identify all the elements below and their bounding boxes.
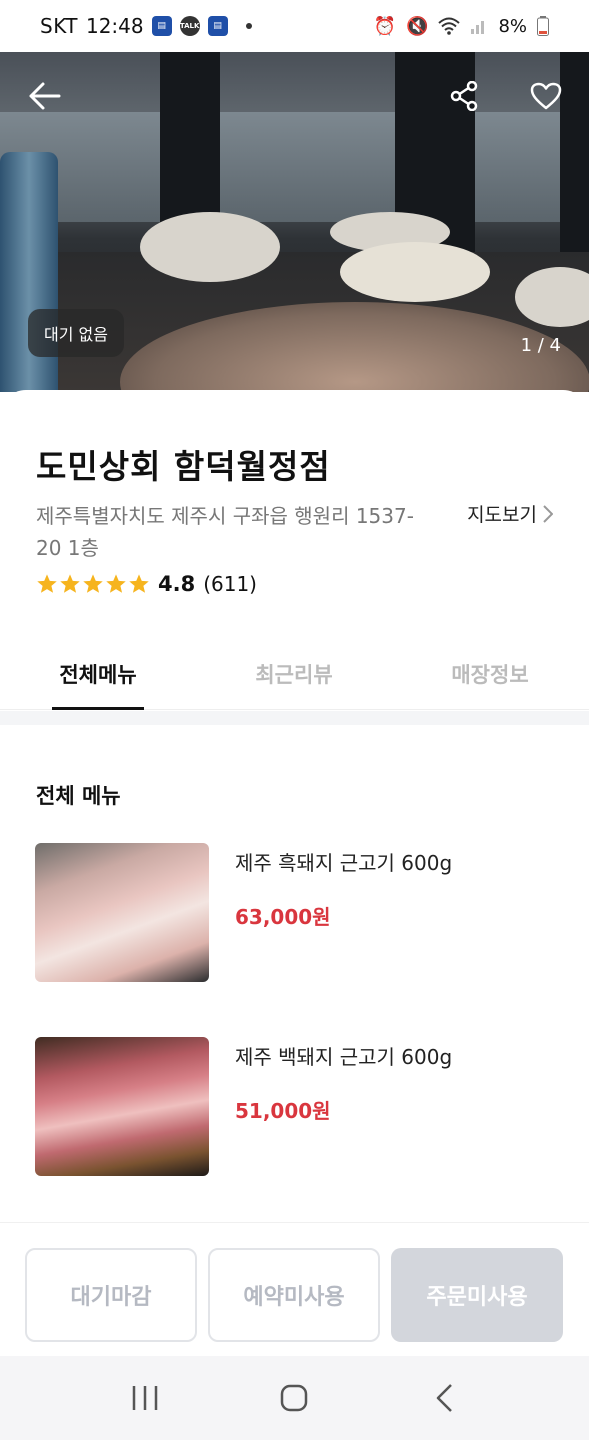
star-rating [36, 573, 150, 595]
more-notifications-icon [245, 23, 252, 29]
star-icon [106, 574, 126, 593]
back-arrow-icon [29, 82, 61, 110]
recent-apps-icon [132, 1386, 158, 1410]
battery-label: 8% [498, 15, 527, 37]
reservation-button[interactable]: 예약미사용 [208, 1248, 380, 1342]
recent-apps-button[interactable] [115, 1368, 175, 1428]
system-nav-bar [0, 1356, 589, 1440]
tab-recent-reviews[interactable]: 최근리뷰 [196, 638, 392, 709]
kakaotalk-notification-icon: TALK [179, 16, 200, 36]
mute-icon: 🔇 [406, 15, 429, 37]
menu-item[interactable]: 제주 흑돼지 근고기 600g 63,000원 [35, 843, 565, 983]
menu-section-title: 전체 메뉴 [36, 784, 121, 808]
photo-background [0, 112, 589, 222]
menu-item-price: 63,000원 [235, 905, 331, 929]
carrier-label: SKT [40, 14, 78, 38]
menu-item[interactable]: 제주 백돼지 근고기 600g 51,000원 [35, 1037, 565, 1177]
photo-page-indicator: 1 / 4 [520, 335, 561, 356]
waiting-button[interactable]: 대기마감 [25, 1248, 197, 1342]
map-link[interactable]: 지도보기 [467, 500, 553, 527]
back-nav-icon [436, 1384, 453, 1412]
heart-icon [530, 82, 562, 110]
menu-item-photo [35, 1037, 209, 1176]
star-icon [37, 574, 57, 593]
tab-all-menu[interactable]: 전체메뉴 [0, 638, 196, 709]
news-notification-icon-2: ▤ [207, 16, 228, 36]
clock: 12:48 [85, 14, 144, 38]
photo-dish [340, 242, 490, 302]
status-left: SKT 12:48 ▤ TALK ▤ [40, 14, 252, 38]
section-divider [0, 711, 589, 725]
home-button[interactable] [264, 1368, 324, 1428]
photo-dish [140, 212, 280, 282]
favorite-button[interactable] [526, 76, 566, 116]
order-button[interactable]: 주문미사용 [391, 1248, 563, 1342]
alarm-icon: ⏰ [373, 15, 397, 37]
store-info-card: 도민상회 함덕월정점 제주특별자치도 제주시 구좌읍 행원리 1537-20 1… [0, 390, 589, 720]
action-bar: 대기마감 예약미사용 주문미사용 [0, 1222, 589, 1356]
store-address: 제주특별자치도 제주시 구좌읍 행원리 1537-20 1층 [36, 504, 414, 560]
share-icon [450, 81, 478, 111]
chevron-right-icon [543, 504, 553, 523]
tab-store-info[interactable]: 매장정보 [392, 638, 588, 709]
menu-section: 전체 메뉴 제주 흑돼지 근고기 600g 63,000원 제주 백돼지 근고기… [0, 725, 589, 1220]
review-count: (611) [203, 572, 257, 596]
menu-item-name: 제주 흑돼지 근고기 600g [235, 851, 453, 875]
menu-item-name: 제주 백돼지 근고기 600g [235, 1045, 453, 1069]
menu-item-photo [35, 843, 209, 982]
map-link-label: 지도보기 [467, 504, 537, 526]
waiting-status-badge: 대기 없음 [28, 309, 124, 357]
back-nav-button[interactable] [414, 1368, 474, 1428]
star-icon [83, 574, 103, 593]
wifi-icon [438, 17, 461, 35]
star-icon [60, 574, 80, 593]
store-photo-carousel[interactable]: 대기 없음 1 / 4 [0, 52, 589, 392]
store-tabs: 전체메뉴 최근리뷰 매장정보 [0, 638, 589, 710]
menu-item-price: 51,000원 [235, 1099, 331, 1123]
star-icon [129, 574, 149, 593]
rating-row: 4.8 (611) [36, 572, 257, 596]
store-name: 도민상회 함덕월정점 [36, 447, 331, 486]
back-button[interactable] [24, 76, 64, 116]
home-icon [281, 1384, 308, 1412]
news-notification-icon: ▤ [151, 16, 172, 36]
signal-icon [471, 21, 485, 34]
rating-value: 4.8 [158, 572, 196, 596]
status-right: ⏰ 🔇 8% [374, 16, 549, 37]
battery-icon [537, 16, 549, 36]
share-button[interactable] [444, 76, 484, 116]
status-bar: SKT 12:48 ▤ TALK ▤ ⏰ 🔇 8% [0, 0, 589, 52]
